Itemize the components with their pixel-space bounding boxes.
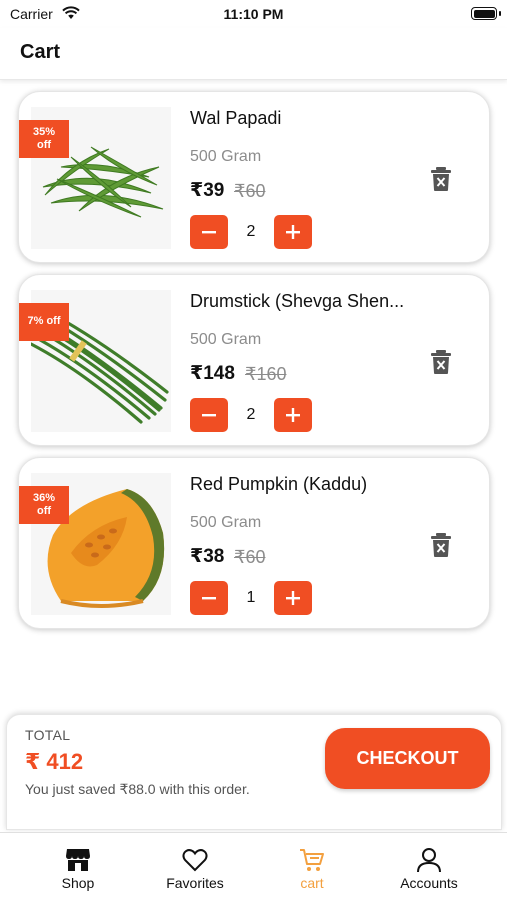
item-mrp: ₹160 [245, 364, 287, 384]
shop-icon [66, 849, 90, 871]
minus-icon [202, 231, 216, 234]
cart-icon [300, 849, 324, 871]
total-label: TOTAL [25, 727, 71, 743]
decrease-quantity-button[interactable] [190, 581, 228, 615]
page-header: Cart [0, 28, 507, 80]
quantity-value: 1 [246, 589, 256, 606]
item-price: ₹148 [190, 363, 235, 384]
account-icon [417, 848, 441, 873]
tab-shop[interactable]: Shop [23, 833, 133, 900]
plus-icon [286, 408, 300, 422]
order-summary: TOTAL ₹ 412 You just saved ₹88.0 with th… [6, 714, 502, 830]
page-title: Cart [20, 41, 61, 63]
battery-icon [471, 7, 497, 20]
item-mrp: ₹60 [234, 181, 266, 201]
increase-quantity-button[interactable] [274, 398, 312, 432]
item-weight: 500 Gram [190, 148, 262, 165]
status-bar: Carrier 11:10 PM [0, 0, 507, 28]
item-name: Wal Papadi [190, 108, 282, 128]
tab-label: Shop [61, 875, 95, 891]
heart-icon [182, 849, 208, 872]
item-price: ₹38 [190, 546, 225, 567]
quantity-value: 2 [246, 223, 256, 240]
increase-quantity-button[interactable] [274, 215, 312, 249]
delete-icon[interactable] [430, 166, 452, 192]
tab-label: Accounts [400, 875, 458, 891]
cart-item-card: 36% off Red Pumpkin (Kaddu) 500 Gram ₹38… [18, 457, 490, 629]
checkout-button[interactable]: CHECKOUT [325, 728, 490, 789]
item-weight: 500 Gram [190, 514, 262, 531]
plus-icon [286, 591, 300, 605]
total-amount: ₹ 412 [25, 749, 84, 774]
discount-badge: 35% off [19, 120, 69, 158]
tab-cart[interactable]: cart [257, 833, 367, 900]
discount-badge: 36% off [19, 486, 69, 524]
cart-item-card: 7% off Drumstick (Shevga Shen... 500 Gra… [18, 274, 490, 446]
delete-icon[interactable] [430, 349, 452, 375]
status-time: 11:10 PM [223, 6, 284, 22]
decrease-quantity-button[interactable] [190, 215, 228, 249]
plus-icon [286, 225, 300, 239]
bottom-tab-bar: Shop Favorites cart Accounts [0, 832, 507, 900]
discount-badge: 7% off [19, 303, 69, 341]
tab-favorites[interactable]: Favorites [140, 833, 250, 900]
item-mrp: ₹60 [234, 547, 266, 567]
increase-quantity-button[interactable] [274, 581, 312, 615]
tab-label: cart [300, 875, 324, 891]
delete-icon[interactable] [430, 532, 452, 558]
item-name: Drumstick (Shevga Shen... [190, 291, 405, 311]
decrease-quantity-button[interactable] [190, 398, 228, 432]
savings-text: You just saved ₹88.0 with this order. [25, 781, 250, 797]
minus-icon [202, 414, 216, 417]
tab-label: Favorites [166, 875, 224, 891]
tab-accounts[interactable]: Accounts [374, 833, 484, 900]
item-price: ₹39 [190, 180, 225, 201]
item-weight: 500 Gram [190, 331, 262, 348]
cart-item-card: 35% off Wal Papadi 500 Gram ₹39 ₹60 2 [18, 91, 490, 263]
quantity-value: 2 [246, 406, 256, 423]
item-name: Red Pumpkin (Kaddu) [190, 474, 368, 494]
minus-icon [202, 597, 216, 600]
